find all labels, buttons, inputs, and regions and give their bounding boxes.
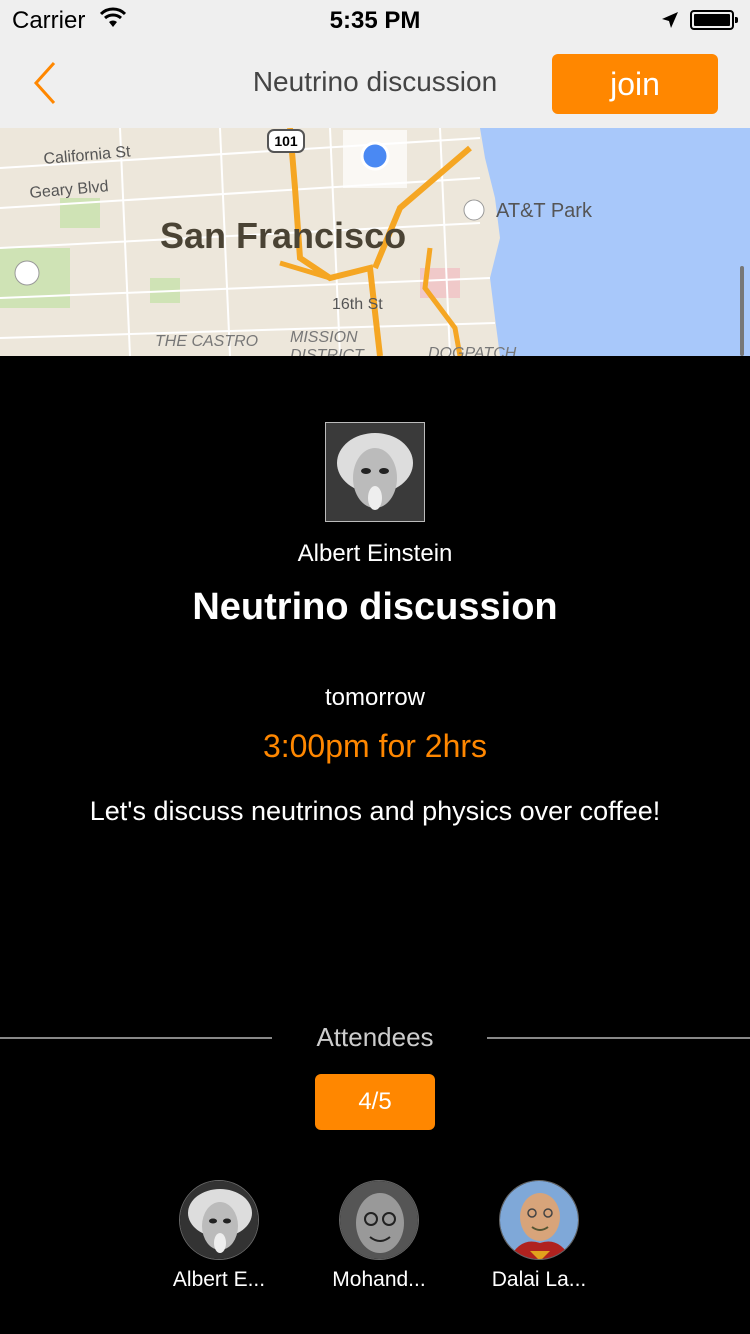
event-day: tomorrow xyxy=(324,684,426,711)
location-arrow-icon xyxy=(660,9,680,37)
join-button[interactable]: join xyxy=(552,54,718,114)
event-title: Neutrino discussion xyxy=(192,586,558,628)
divider-right xyxy=(487,1037,750,1039)
attendee-name: Mohand... xyxy=(332,1268,426,1291)
attendee-item[interactable]: Dalai La... xyxy=(479,1180,599,1292)
host-name: Albert Einstein xyxy=(297,540,453,567)
nav-bar: Neutrino discussion join xyxy=(0,40,750,128)
map-scroll-indicator[interactable] xyxy=(740,266,744,356)
avatar xyxy=(339,1180,419,1260)
avatar xyxy=(499,1180,579,1260)
status-bar: Carrier 5:35 PM xyxy=(0,0,750,40)
status-time: 5:35 PM xyxy=(329,7,421,34)
svg-text:San Francisco: San Francisco xyxy=(160,215,406,256)
map-view[interactable]: 101 California St Geary Blvd San Francis… xyxy=(0,128,750,356)
svg-text:DISTRICT: DISTRICT xyxy=(290,347,365,356)
event-description: Let's discuss neutrinos and physics over… xyxy=(89,796,661,826)
attendee-item[interactable]: Mohand... xyxy=(319,1180,439,1292)
avatar xyxy=(179,1180,259,1260)
svg-text:MISSION: MISSION xyxy=(290,329,358,346)
svg-text:AT&T Park: AT&T Park xyxy=(496,200,593,222)
host-photo xyxy=(325,422,425,522)
event-time: 3:00pm for 2hrs xyxy=(262,728,488,764)
attendee-count-badge[interactable]: 4/5 xyxy=(315,1074,435,1130)
battery-icon xyxy=(690,10,738,30)
attendee-name: Dalai La... xyxy=(491,1268,587,1291)
attendee-item[interactable]: Albert E... xyxy=(159,1180,279,1292)
svg-text:DOGPATCH: DOGPATCH xyxy=(428,345,517,356)
svg-text:101: 101 xyxy=(274,133,298,149)
svg-text:THE CASTRO: THE CASTRO xyxy=(155,333,258,350)
svg-text:16th St: 16th St xyxy=(332,296,383,313)
map-graphic: 101 California St Geary Blvd San Francis… xyxy=(0,128,750,356)
attendee-name: Albert E... xyxy=(172,1268,266,1291)
